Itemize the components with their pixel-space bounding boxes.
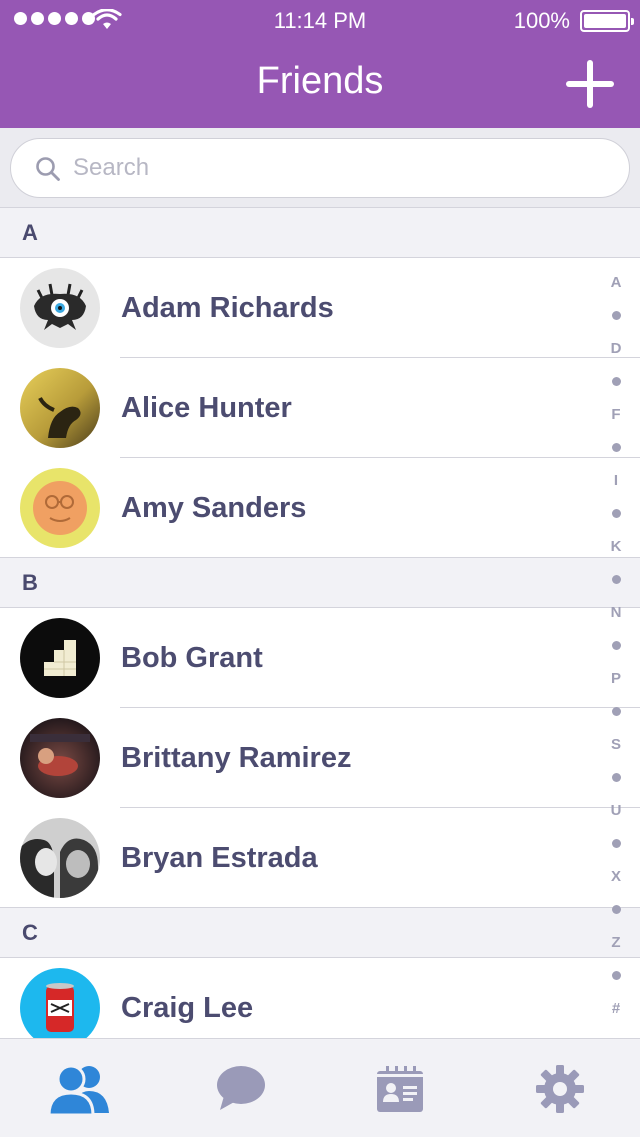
- index-dot[interactable]: [611, 839, 621, 848]
- friend-row[interactable]: Brittany Ramirez: [0, 708, 640, 808]
- friend-row[interactable]: Bob Grant: [0, 608, 640, 708]
- add-friend-button[interactable]: [566, 60, 614, 108]
- friend-name: Brittany Ramirez: [121, 742, 352, 774]
- search-bar[interactable]: [10, 138, 630, 198]
- index-dot[interactable]: [611, 377, 621, 386]
- contacts-card-icon: [377, 1066, 423, 1112]
- index-letter[interactable]: Z: [611, 932, 620, 954]
- section-header-a: A: [0, 208, 640, 258]
- avatar: [20, 818, 100, 898]
- friend-name: Craig Lee: [121, 992, 254, 1024]
- index-dot[interactable]: [611, 575, 621, 584]
- index-dot[interactable]: [611, 443, 621, 452]
- chat-icon: [217, 1066, 265, 1110]
- search-icon: [36, 157, 60, 181]
- row-divider: [0, 557, 640, 558]
- search-input[interactable]: [73, 151, 593, 185]
- friends-list: A Adam Richards Alice Hunter Amy Sanders…: [0, 208, 640, 1038]
- search-container: [0, 128, 640, 208]
- tab-friends[interactable]: [45, 1061, 115, 1117]
- section-header-b: B: [0, 558, 640, 608]
- avatar: [20, 618, 100, 698]
- avatar: [20, 968, 100, 1038]
- index-dot[interactable]: [611, 509, 621, 518]
- tab-messages[interactable]: [205, 1061, 275, 1117]
- friend-row[interactable]: Craig Lee: [0, 958, 640, 1038]
- index-letter[interactable]: A: [611, 272, 622, 294]
- friend-row[interactable]: Amy Sanders: [0, 458, 640, 558]
- index-letter[interactable]: D: [611, 338, 622, 360]
- tab-contacts[interactable]: [365, 1061, 435, 1117]
- index-letter[interactable]: I: [614, 470, 618, 492]
- friend-name: Bob Grant: [121, 642, 263, 674]
- index-letter[interactable]: P: [611, 668, 621, 690]
- index-letter[interactable]: X: [611, 866, 621, 888]
- index-dot[interactable]: [611, 311, 621, 320]
- avatar: [20, 468, 100, 548]
- index-dot[interactable]: [611, 641, 621, 650]
- row-divider: [0, 907, 640, 908]
- index-letter[interactable]: S: [611, 734, 621, 756]
- tab-settings[interactable]: [525, 1061, 595, 1117]
- index-letter[interactable]: N: [611, 602, 622, 624]
- friend-name: Alice Hunter: [121, 392, 292, 424]
- friend-row[interactable]: Bryan Estrada: [0, 808, 640, 908]
- friend-row[interactable]: Adam Richards: [0, 258, 640, 358]
- friend-row[interactable]: Alice Hunter: [0, 358, 640, 458]
- avatar: [20, 718, 100, 798]
- friends-icon: [47, 1064, 109, 1117]
- index-dot[interactable]: [611, 773, 621, 782]
- gear-icon: [536, 1065, 584, 1113]
- status-bar: 11:14 PM 100%: [0, 0, 640, 40]
- tab-bar: [0, 1038, 640, 1137]
- friend-name: Bryan Estrada: [121, 842, 318, 874]
- friend-name: Adam Richards: [121, 292, 334, 324]
- avatar: [20, 268, 100, 348]
- avatar: [20, 368, 100, 448]
- index-letter[interactable]: #: [612, 998, 620, 1020]
- index-dot[interactable]: [611, 971, 621, 980]
- battery-icon: [580, 10, 634, 32]
- page-title: Friends: [256, 60, 384, 102]
- index-letter[interactable]: U: [611, 800, 622, 822]
- index-dot[interactable]: [611, 905, 621, 914]
- index-letter[interactable]: K: [611, 536, 622, 558]
- friend-name: Amy Sanders: [121, 492, 307, 524]
- index-letter[interactable]: F: [611, 404, 620, 426]
- header-bar: 11:14 PM 100% Friends: [0, 0, 640, 128]
- index-dot[interactable]: [611, 707, 621, 716]
- battery-percentage: 100%: [513, 8, 570, 33]
- alphabet-index[interactable]: A D F I K N P S U X Z #: [608, 272, 624, 1031]
- section-header-c: C: [0, 908, 640, 958]
